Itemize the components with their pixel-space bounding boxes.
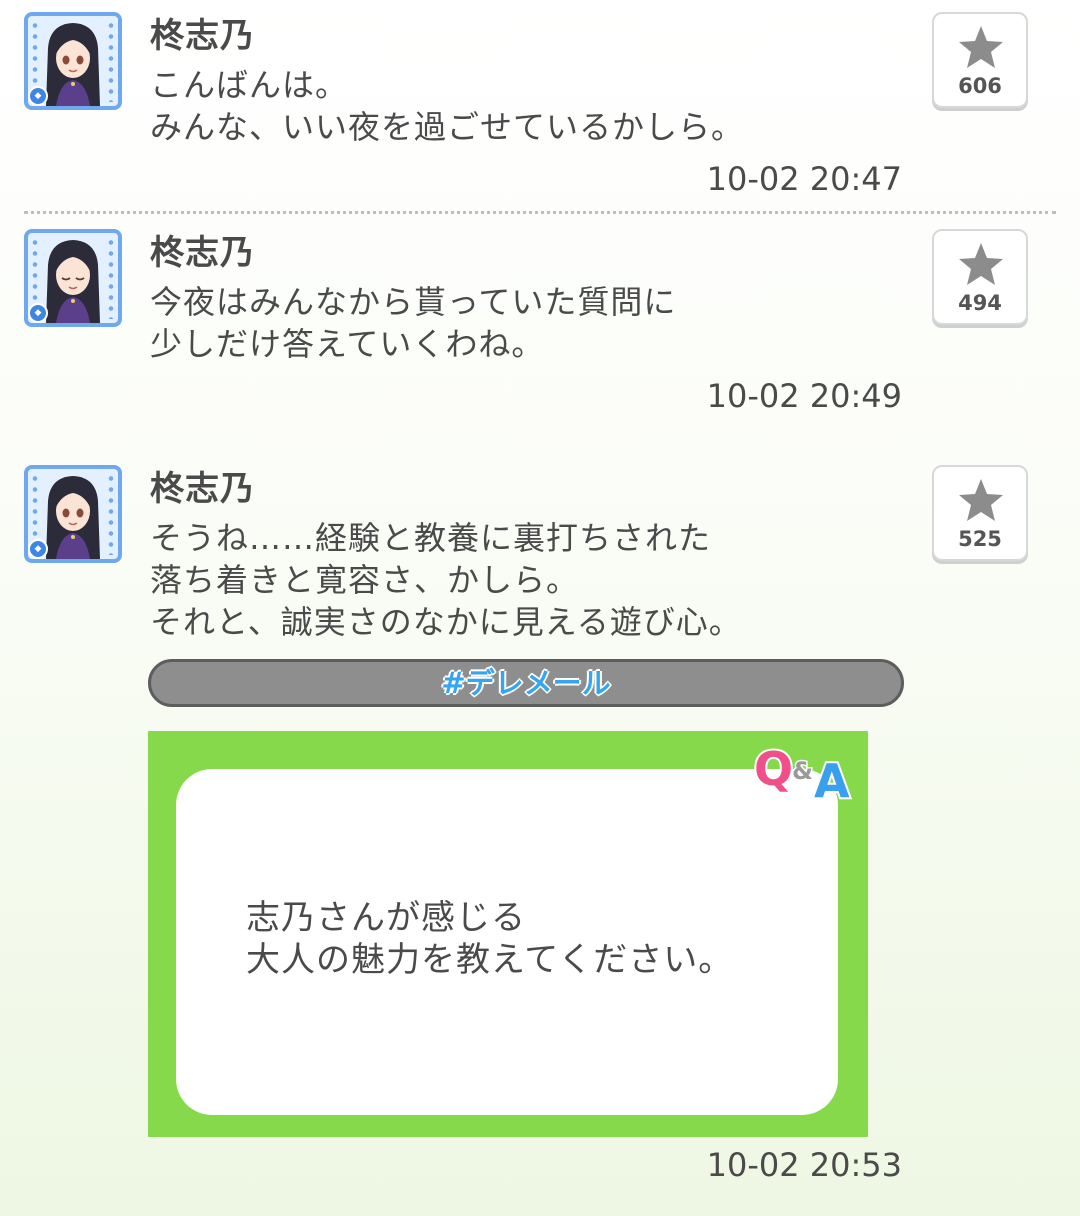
message-text: 今夜はみんなから貰っていた質問に 少しだけ答えていくわね。 bbox=[150, 283, 677, 363]
diamond-icon: ◆ bbox=[28, 539, 48, 559]
star-icon bbox=[959, 243, 1003, 285]
timestamp: 10-02 20:47 bbox=[706, 160, 902, 198]
like-button[interactable]: 494 bbox=[932, 229, 1028, 325]
message-text: そうね……経験と教養に裏打ちされた 落ち着きと寛容さ、かしら。 それと、誠実さの… bbox=[150, 519, 742, 641]
avatar[interactable]: ◆ bbox=[24, 12, 122, 110]
avatar[interactable]: ◆ bbox=[24, 465, 122, 563]
svg-text:&: & bbox=[792, 757, 813, 785]
character-portrait bbox=[46, 23, 100, 106]
author-name: 柊志乃 bbox=[150, 469, 255, 509]
avatar[interactable]: ◆ bbox=[24, 229, 122, 327]
hashtag-button[interactable]: #デレメール bbox=[148, 659, 904, 707]
qa-question-panel: 志乃さんが感じる 大人の魅力を教えてください。 bbox=[176, 769, 838, 1115]
star-icon bbox=[959, 26, 1003, 68]
svg-text:A: A bbox=[814, 754, 850, 803]
timestamp: 10-02 20:49 bbox=[706, 377, 902, 415]
like-count: 525 bbox=[958, 527, 1002, 551]
diamond-icon: ◆ bbox=[28, 86, 48, 106]
hashtag-label: #デレメール bbox=[441, 666, 611, 700]
character-portrait bbox=[46, 476, 100, 559]
message-text: こんばんは。 みんな、いい夜を過ごせているかしら。 bbox=[150, 66, 745, 146]
author-name: 柊志乃 bbox=[150, 16, 255, 56]
qa-image-card[interactable]: 志乃さんが感じる 大人の魅力を教えてください。 Q & A bbox=[148, 731, 868, 1137]
qa-question-text: 志乃さんが感じる 大人の魅力を教えてください。 bbox=[246, 898, 734, 980]
like-button[interactable]: 606 bbox=[932, 12, 1028, 108]
star-icon bbox=[959, 479, 1003, 521]
like-count: 494 bbox=[958, 291, 1002, 315]
timestamp: 10-02 20:53 bbox=[706, 1146, 902, 1184]
post-divider bbox=[24, 211, 1056, 214]
qa-badge-icon: Q & A bbox=[752, 740, 852, 803]
like-button[interactable]: 525 bbox=[932, 465, 1028, 561]
character-portrait bbox=[46, 240, 100, 323]
like-count: 606 bbox=[958, 74, 1002, 98]
author-name: 柊志乃 bbox=[150, 233, 255, 273]
diamond-icon: ◆ bbox=[28, 303, 48, 323]
svg-text:Q: Q bbox=[754, 742, 793, 796]
